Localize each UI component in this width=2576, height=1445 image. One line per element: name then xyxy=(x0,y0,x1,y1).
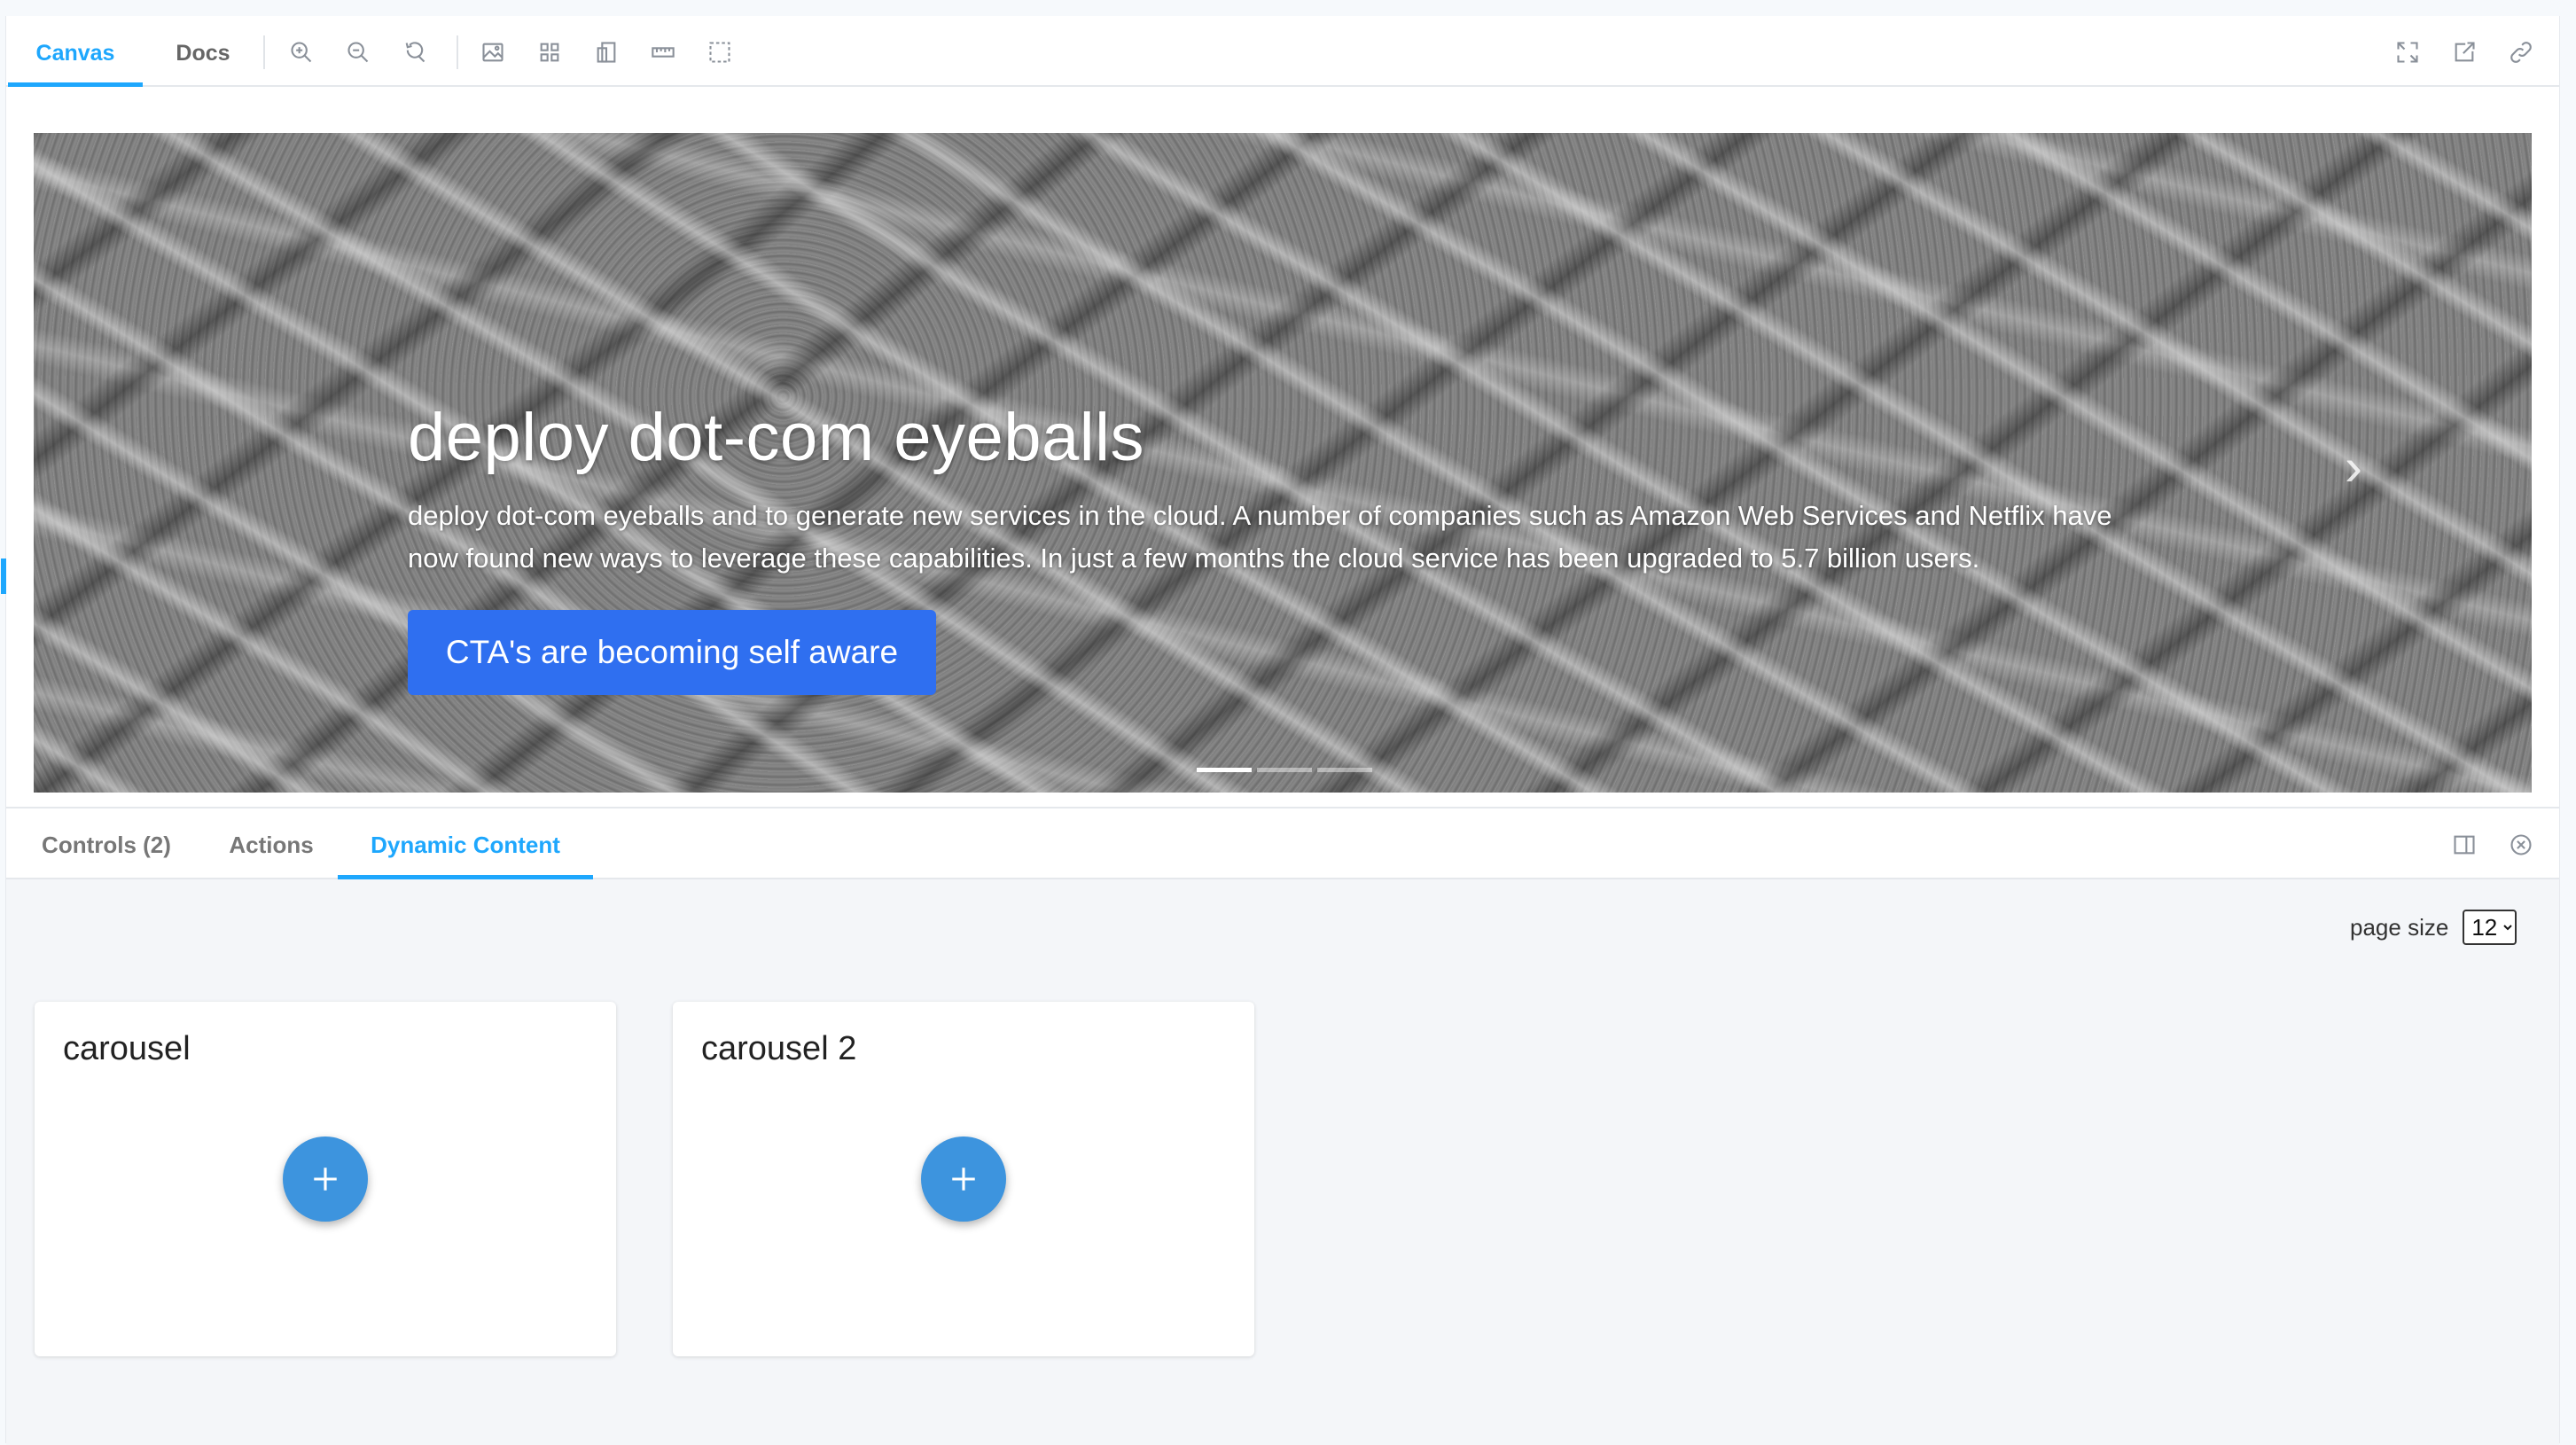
hero-title: deploy dot-com eyeballs xyxy=(408,400,1145,475)
toolbar-divider xyxy=(263,35,265,69)
tab-dynamic-content[interactable]: Dynamic Content xyxy=(338,808,593,879)
close-panel-icon[interactable] xyxy=(2506,830,2536,860)
card-title: carousel 2 xyxy=(701,1030,857,1067)
add-button[interactable] xyxy=(283,1136,368,1222)
grid-icon[interactable] xyxy=(535,37,565,67)
page-size-select[interactable]: 12 xyxy=(2463,910,2517,945)
addons-panel: Controls (2) Actions Dynamic Content pag… xyxy=(6,807,2559,1445)
toolbar-divider xyxy=(457,35,458,69)
fullscreen-icon[interactable] xyxy=(2393,37,2423,67)
measure-icon[interactable] xyxy=(648,37,678,67)
carousel-indicators xyxy=(1197,768,1372,772)
add-button[interactable] xyxy=(921,1136,1006,1222)
hero-description: deploy dot-com eyeballs and to generate … xyxy=(408,500,2112,574)
carousel-hero: deploy dot-com eyeballs deploy dot-com e… xyxy=(34,133,2532,793)
canvas-preview: deploy dot-com eyeballs deploy dot-com e… xyxy=(1,87,2559,824)
page-size-label: page size xyxy=(2350,913,2449,941)
viewport-icon[interactable] xyxy=(591,37,621,67)
card-title: carousel xyxy=(63,1030,191,1067)
plus-icon xyxy=(952,1168,975,1191)
storybook-frame: Canvas Docs deploy dot-com eyeballs depl… xyxy=(1,16,2560,1445)
background-icon[interactable] xyxy=(478,37,508,67)
copy-link-icon[interactable] xyxy=(2506,37,2536,67)
panel-orientation-icon[interactable] xyxy=(2449,830,2479,860)
zoom-out-icon[interactable] xyxy=(343,37,373,67)
carousel-next-icon[interactable]: › xyxy=(2331,431,2376,502)
addons-tabbar: Controls (2) Actions Dynamic Content xyxy=(6,808,2559,879)
content-card: carousel 2 xyxy=(673,1002,1254,1356)
carousel-indicator[interactable] xyxy=(1317,768,1372,772)
outline-icon[interactable] xyxy=(705,37,735,67)
carousel-indicator[interactable] xyxy=(1257,768,1312,772)
carousel-indicator[interactable] xyxy=(1197,768,1252,772)
content-card: carousel xyxy=(35,1002,616,1356)
reset-zoom-icon[interactable] xyxy=(400,37,430,67)
tab-actions[interactable]: Actions xyxy=(215,808,327,879)
cta-button[interactable]: CTA's are becoming self aware xyxy=(408,610,936,695)
page-size-control: page size 12 xyxy=(2350,910,2517,945)
open-new-tab-icon[interactable] xyxy=(2449,37,2479,67)
plus-icon xyxy=(314,1168,337,1191)
selection-indicator xyxy=(1,558,6,594)
tab-docs[interactable]: Docs xyxy=(153,16,253,87)
tab-controls[interactable]: Controls (2) xyxy=(8,808,205,879)
zoom-in-icon[interactable] xyxy=(286,37,316,67)
top-toolbar: Canvas Docs xyxy=(6,16,2559,87)
tab-canvas[interactable]: Canvas xyxy=(8,16,143,87)
